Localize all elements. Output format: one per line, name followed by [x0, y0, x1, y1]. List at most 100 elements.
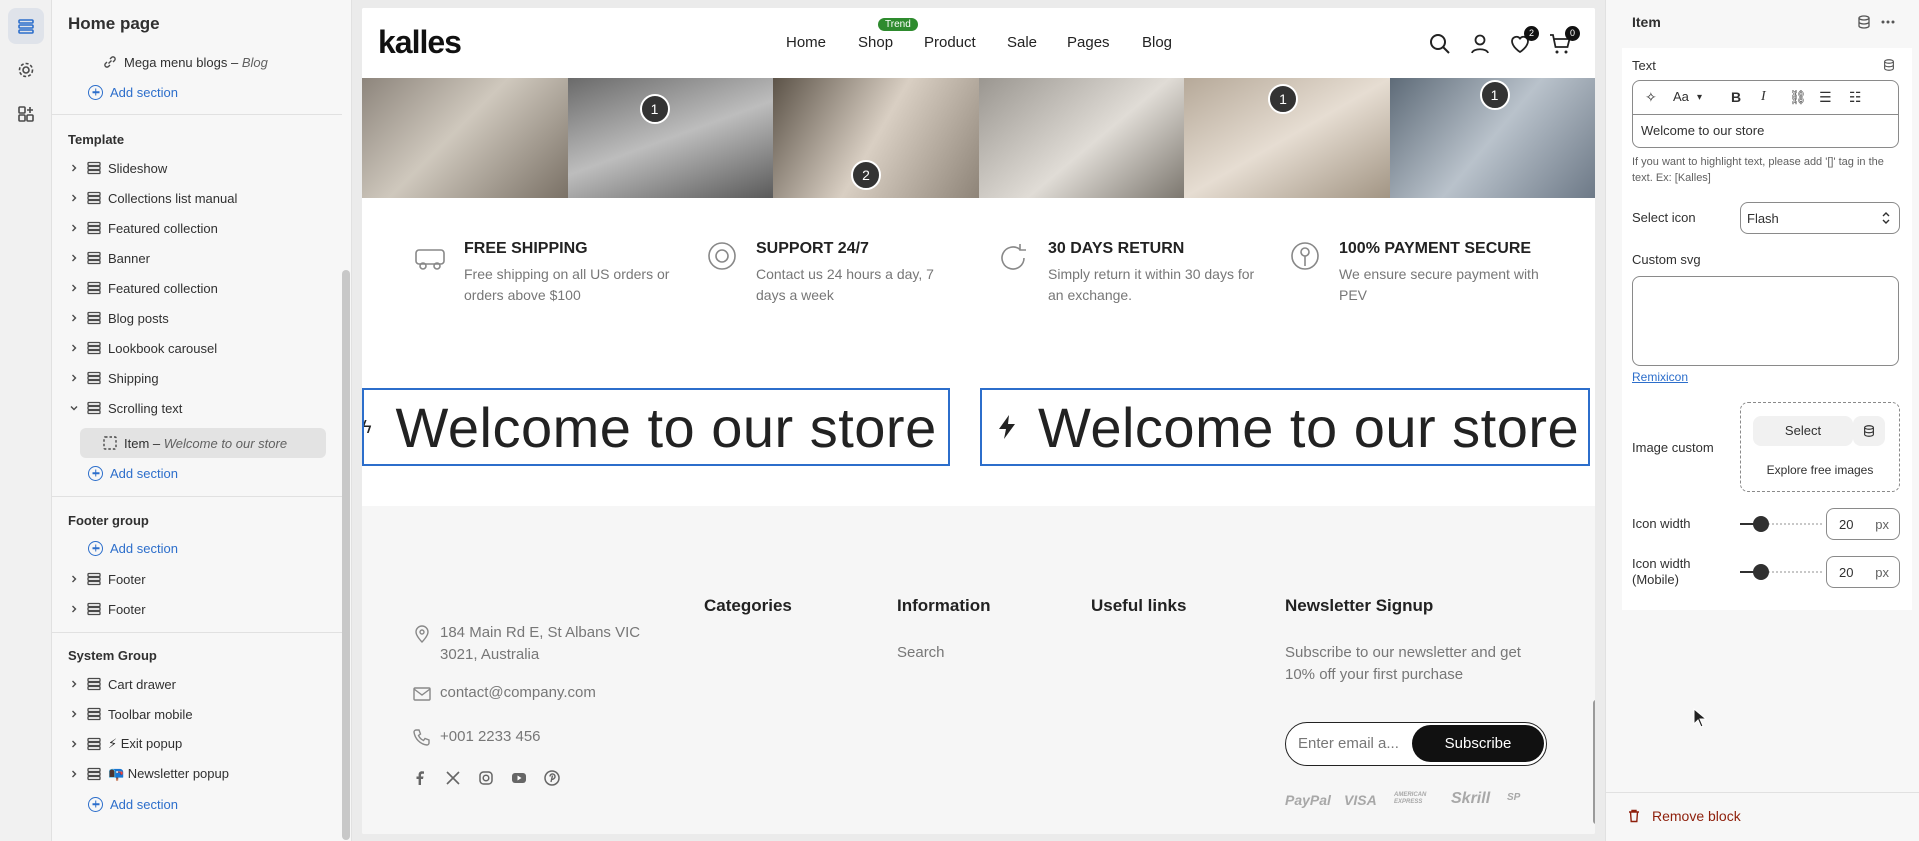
sidebar-section-item[interactable]: Scrolling text: [52, 394, 342, 422]
sidebar-section-item[interactable]: Lookbook carousel: [52, 334, 342, 362]
chevron-down-icon[interactable]: ▾: [1697, 92, 1702, 103]
custom-svg-textarea[interactable]: [1632, 276, 1899, 366]
youtube-icon[interactable]: [511, 770, 527, 786]
newsletter-email-input[interactable]: Enter email a...: [1298, 735, 1399, 752]
add-section-button[interactable]: Add section: [88, 461, 178, 485]
nav-shop[interactable]: Shop: [858, 34, 893, 51]
sidebar-section-item[interactable]: Cart drawer: [52, 670, 342, 698]
add-section-button[interactable]: Add section: [88, 792, 178, 816]
sidebar-section-item[interactable]: Slideshow: [52, 154, 342, 182]
apps-rail-button[interactable]: [8, 96, 44, 132]
chevron-right-icon[interactable]: [69, 604, 79, 614]
hotspot[interactable]: 2: [851, 160, 881, 190]
pinterest-icon[interactable]: [544, 770, 560, 786]
instagram-icon[interactable]: [478, 770, 494, 786]
remixicon-link[interactable]: Remixicon: [1632, 370, 1688, 384]
sidebar-section-item[interactable]: 📭 Newsletter popup: [52, 760, 342, 788]
chevron-right-icon[interactable]: [69, 373, 79, 383]
subscribe-button[interactable]: Subscribe: [1412, 725, 1544, 762]
preview-scrollbar[interactable]: [1593, 700, 1595, 824]
search-icon[interactable]: [1428, 32, 1452, 56]
sidebar-section-item[interactable]: Footer: [52, 565, 342, 593]
remove-block-button[interactable]: Remove block: [1626, 808, 1741, 824]
settings-card: Text ✧ Aa ▾ B I ⛓ ☰ ☷ Welcome to our sto…: [1622, 48, 1912, 610]
hotspot[interactable]: 1: [1268, 84, 1298, 114]
magic-icon[interactable]: ✧: [1645, 89, 1657, 106]
more-icon[interactable]: [1880, 14, 1896, 30]
chevron-right-icon[interactable]: [69, 574, 79, 584]
database-icon[interactable]: [1856, 14, 1872, 30]
store-logo[interactable]: kalles: [378, 24, 462, 61]
icon-width-slider[interactable]: [1740, 516, 1822, 532]
database-icon[interactable]: [1882, 58, 1896, 72]
chevron-down-icon[interactable]: [69, 403, 79, 413]
sidebar-section-item[interactable]: Collections list manual: [52, 184, 342, 212]
icon-width-mobile-input[interactable]: 20 px: [1826, 556, 1900, 588]
sidebar-scrollbar[interactable]: [342, 270, 350, 840]
chevron-right-icon[interactable]: [69, 679, 79, 689]
icon-width-mobile-value: 20: [1839, 565, 1854, 580]
nav-pages[interactable]: Pages: [1067, 34, 1110, 51]
link-icon[interactable]: ⛓: [1789, 89, 1807, 106]
sidebar-section-item[interactable]: ⚡ Exit popup: [52, 730, 342, 758]
sidebar-section-item[interactable]: Featured collection: [52, 214, 342, 242]
chevron-right-icon[interactable]: [69, 283, 79, 293]
nav-product[interactable]: Product: [924, 34, 976, 51]
sidebar-item-scrolling-text-item[interactable]: Item – Welcome to our store: [52, 429, 342, 457]
lookbook-photo[interactable]: 1: [1389, 78, 1595, 198]
chevron-right-icon[interactable]: [69, 709, 79, 719]
sidebar-section-item[interactable]: Featured collection: [52, 274, 342, 302]
sidebar-section-item[interactable]: Banner: [52, 244, 342, 272]
lookbook-photo[interactable]: [362, 78, 568, 198]
scrolling-text-block[interactable]: ϟ Welcome to our store: [362, 388, 950, 466]
facebook-icon[interactable]: [412, 770, 428, 786]
lookbook-photo[interactable]: 1: [1184, 78, 1390, 198]
explore-free-images-link[interactable]: Explore free images: [1741, 463, 1899, 477]
scrolling-text-block-selected[interactable]: Welcome to our store: [980, 388, 1590, 466]
hotspot[interactable]: 1: [1479, 80, 1510, 110]
chevron-right-icon[interactable]: [69, 769, 79, 779]
slider-thumb[interactable]: [1753, 516, 1769, 532]
italic-icon[interactable]: I: [1761, 89, 1766, 105]
add-section-button[interactable]: Add section: [88, 536, 178, 560]
footer-email[interactable]: contact@company.com: [440, 682, 596, 704]
nav-home[interactable]: Home: [786, 34, 826, 51]
hotspot[interactable]: 1: [639, 94, 670, 124]
select-image-button[interactable]: Select: [1753, 416, 1853, 446]
lookbook-photo[interactable]: 1: [567, 78, 773, 198]
icon-width-mobile-slider[interactable]: [1740, 564, 1822, 580]
chevron-right-icon[interactable]: [69, 313, 79, 323]
font-size-icon[interactable]: Aa: [1673, 89, 1689, 104]
sections-rail-button[interactable]: [8, 8, 44, 44]
nav-sale[interactable]: Sale: [1007, 34, 1037, 51]
sidebar-section-item[interactable]: Footer: [52, 595, 342, 623]
chevron-right-icon[interactable]: [69, 223, 79, 233]
bold-icon[interactable]: B: [1731, 89, 1741, 105]
select-icon-dropdown[interactable]: Flash: [1740, 202, 1900, 234]
x-twitter-icon[interactable]: [445, 770, 461, 786]
add-section-button[interactable]: Add section: [88, 80, 178, 104]
slider-thumb[interactable]: [1753, 564, 1769, 580]
chevron-right-icon[interactable]: [69, 253, 79, 263]
sidebar-section-item[interactable]: Toolbar mobile: [52, 700, 342, 728]
chevron-right-icon[interactable]: [69, 343, 79, 353]
chevron-right-icon[interactable]: [69, 193, 79, 203]
chevron-right-icon[interactable]: [69, 739, 79, 749]
footer-link-search[interactable]: Search: [897, 642, 945, 664]
section-icon: [87, 281, 101, 295]
lookbook-photo[interactable]: [978, 78, 1184, 198]
numbered-list-icon[interactable]: ☷: [1849, 89, 1862, 106]
section-icon: [87, 602, 101, 616]
image-source-button[interactable]: [1853, 416, 1885, 446]
sidebar-section-item[interactable]: Shipping: [52, 364, 342, 392]
settings-rail-button[interactable]: [8, 52, 44, 88]
icon-width-input[interactable]: 20 px: [1826, 508, 1900, 540]
text-value-input[interactable]: Welcome to our store: [1641, 123, 1764, 138]
lookbook-photo[interactable]: 2: [773, 78, 979, 198]
sidebar-item-mega-menu-blogs[interactable]: Mega menu blogs – Blog: [52, 48, 342, 76]
chevron-right-icon[interactable]: [69, 163, 79, 173]
nav-blog[interactable]: Blog: [1142, 34, 1172, 51]
sidebar-section-item[interactable]: Blog posts: [52, 304, 342, 332]
bullet-list-icon[interactable]: ☰: [1819, 89, 1832, 106]
account-icon[interactable]: [1468, 32, 1492, 56]
